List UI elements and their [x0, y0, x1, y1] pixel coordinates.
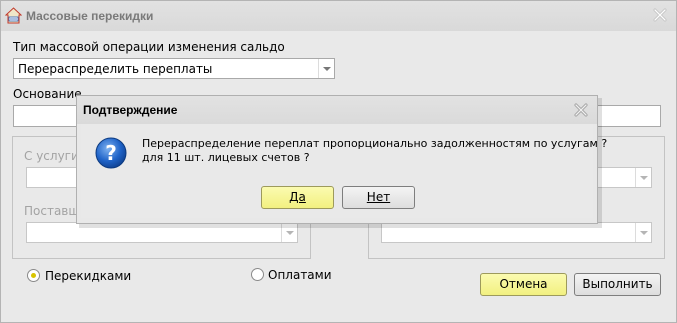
window-title-bar: Массовые перекидки — [1, 1, 676, 31]
supplier-label: Поставщ — [24, 204, 80, 218]
basis-label: Основание — [13, 87, 82, 101]
dialog-message: Перераспределение переплат пропорциональ… — [142, 137, 607, 165]
yes-button[interactable]: Да — [261, 186, 334, 209]
operation-type-value: Перераспределить переплаты — [18, 62, 213, 76]
window-title: Массовые перекидки — [26, 9, 154, 23]
radio-payments-label: Оплатами — [268, 268, 332, 282]
radio-payments[interactable] — [251, 268, 264, 281]
dialog-body: ? Перераспределение переплат пропорциона… — [81, 124, 607, 218]
operation-type-label: Тип массовой операции изменения сальдо — [13, 40, 285, 54]
no-button-label: Нет — [366, 190, 391, 204]
dialog-title: Подтверждение — [83, 103, 178, 117]
chevron-down-icon[interactable] — [635, 223, 651, 242]
chevron-down-icon[interactable] — [318, 59, 334, 78]
dialog-message-line1: Перераспределение переплат пропорциональ… — [142, 137, 608, 150]
chevron-down-icon[interactable] — [635, 168, 651, 187]
from-service-label: С услуги — [24, 149, 79, 163]
svg-text:?: ? — [105, 141, 117, 165]
yes-button-label: Да — [289, 190, 306, 204]
no-button[interactable]: Нет — [342, 186, 415, 209]
app-house-icon — [5, 7, 22, 24]
execute-button[interactable]: Выполнить — [574, 273, 661, 296]
dialog-title-bar: Подтверждение — [77, 96, 597, 124]
operation-type-select[interactable]: Перераспределить переплаты — [13, 58, 335, 79]
dialog-message-line2: для 11 шт. лицевых счетов ? — [142, 151, 310, 164]
radio-transfers[interactable] — [27, 269, 40, 282]
radio-transfers-label: Перекидками — [45, 269, 132, 283]
confirmation-dialog: Подтверждение ? Перераспределение перепл… — [76, 95, 607, 224]
cancel-button[interactable]: Отмена — [480, 273, 567, 296]
close-icon[interactable] — [573, 102, 589, 118]
close-icon[interactable] — [652, 7, 668, 23]
question-icon: ? — [95, 137, 127, 169]
